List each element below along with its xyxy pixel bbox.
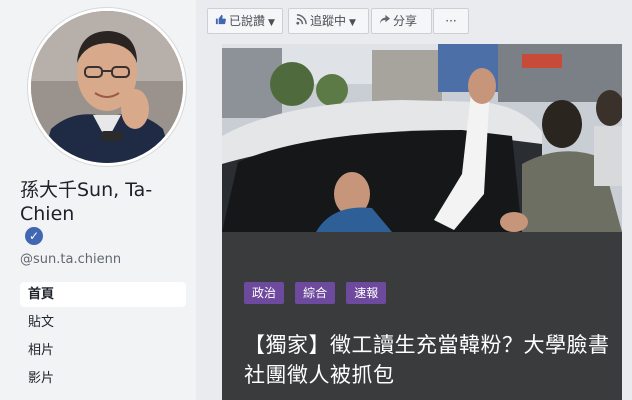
profile-name[interactable]: 孫大千Sun, Ta-Chien: [20, 178, 170, 226]
news-headline[interactable]: 【獨家】徵工讀生充當韓粉？大學臉書社團徵人被抓包: [244, 330, 614, 390]
tag-politics[interactable]: 政治: [244, 282, 285, 304]
share-label: 分享: [393, 14, 418, 28]
news-photo[interactable]: [222, 44, 622, 232]
profile-username[interactable]: @sun.ta.chienn: [20, 252, 121, 267]
tag-breaking[interactable]: 速報: [346, 282, 387, 304]
nav-item-home[interactable]: 首頁: [20, 282, 186, 307]
share-button[interactable]: 分享: [371, 8, 432, 34]
avatar-photo: [31, 11, 183, 163]
chevron-down-icon: ▼: [349, 18, 356, 28]
following-button[interactable]: 追蹤中 ▼: [288, 8, 369, 34]
profile-avatar[interactable]: [28, 8, 186, 166]
liked-label: 已說讚: [229, 14, 266, 28]
nav-item-photos[interactable]: 相片: [20, 338, 186, 363]
more-options-button[interactable]: ···: [433, 8, 469, 34]
following-label: 追蹤中: [310, 14, 347, 28]
news-tags: 政治 綜合 速報: [244, 282, 392, 304]
profile-nav: 首頁 貼文 相片 影片: [20, 282, 186, 394]
thumbs-up-icon: [215, 9, 226, 33]
nav-item-posts[interactable]: 貼文: [20, 310, 186, 335]
tag-general[interactable]: 綜合: [295, 282, 336, 304]
shared-news-card[interactable]: 政治 綜合 速報 【獨家】徵工讀生充當韓粉？大學臉書社團徵人被抓包: [222, 44, 622, 400]
share-arrow-icon: [379, 9, 390, 33]
rss-icon: [296, 9, 307, 33]
liked-button[interactable]: 已說讚 ▼: [207, 8, 283, 34]
profile-sidebar: 孫大千Sun, Ta-Chien ✓ @sun.ta.chienn 首頁 貼文 …: [0, 0, 196, 400]
nav-item-videos[interactable]: 影片: [20, 366, 186, 391]
chevron-down-icon: ▼: [268, 18, 275, 28]
verified-badge-icon: ✓: [25, 227, 43, 245]
